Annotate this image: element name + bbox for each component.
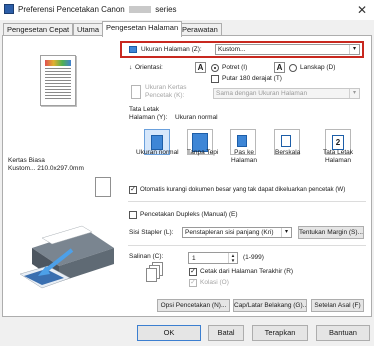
copies-range: (1-999): [243, 254, 264, 261]
collate-checkbox[interactable]: ✓: [189, 279, 197, 287]
window-title-text: Preferensi Pencetakan Canon: [18, 5, 125, 14]
section-divider: [128, 245, 366, 246]
window-title-suffix: series: [155, 5, 177, 14]
printer-app-icon: [4, 4, 14, 14]
tab-page-setup[interactable]: Pengesetan Halaman: [102, 21, 183, 37]
section-divider: [128, 201, 366, 202]
orientation-label: Orientasi:: [135, 64, 163, 71]
layout-label-scaled: Berskala: [275, 149, 301, 156]
stapling-label: Sisi Stapler (L):: [129, 229, 174, 236]
printer-paper-size-label: Ukuran Kertas Pencetak (K):: [145, 84, 187, 99]
print-options-button[interactable]: Opsi Pencetakan (N)...: [157, 299, 230, 312]
rotate-180-checkbox[interactable]: [211, 75, 219, 83]
layout-label-normal: Ukuran normal: [136, 149, 179, 156]
window-title: Preferensi Pencetakan Canon series: [18, 5, 177, 14]
copies-label: Salinan (C):: [129, 253, 164, 260]
preview-paper-size: Kustom... 210.0x297.0mm: [8, 165, 84, 172]
landscape-label: Lanskap (D): [300, 64, 336, 71]
page-layout-label: Tata Letak Halaman (Y):: [129, 106, 168, 121]
chevron-down-icon: ▾: [349, 45, 359, 54]
scaled-icon: [281, 135, 291, 147]
page-preview: [40, 55, 76, 106]
orientation-icon: ↓: [129, 64, 133, 71]
printer-paper-size-value: Sama dengan Ukuran Halaman: [216, 90, 308, 97]
stapling-value: Penstapleran sisi panjang (Kri): [185, 229, 274, 236]
printer-icon: [19, 225, 114, 289]
layout-label-borderless: Tanpa Tepi: [187, 149, 219, 156]
spinner-arrows-icon[interactable]: ▲ ▼: [228, 253, 237, 263]
portrait-label: Potret (I): [222, 64, 248, 71]
ok-button[interactable]: OK: [137, 325, 201, 341]
preview-color-band: [45, 60, 71, 66]
printer-paper-size-select[interactable]: Sama dengan Ukuran Halaman ▾: [213, 88, 360, 99]
portrait-radio[interactable]: [211, 64, 219, 72]
page-size-select[interactable]: Kustom... ▾: [215, 44, 360, 55]
print-last-page-first-label: Cetak dari Halaman Terakhir (R): [200, 268, 294, 275]
rotate-180-label: Putar 180 derajat (T): [222, 75, 282, 82]
close-icon[interactable]: ✕: [352, 2, 372, 18]
page-size-label: Ukuran Halaman (Z):: [141, 46, 202, 53]
printer-paper-size-icon: [131, 85, 141, 99]
landscape-icon: A: [274, 62, 285, 73]
print-last-page-first-checkbox[interactable]: ✓: [189, 268, 197, 276]
tab-strip: Pengesetan Cepat Utama Pengesetan Halama…: [0, 21, 374, 37]
normal-size-icon: [151, 135, 163, 150]
collate-label: Kolasi (O): [200, 279, 229, 286]
stapling-select[interactable]: Penstapleran sisi panjang (Kri) ▾: [182, 227, 292, 238]
portrait-icon: A: [195, 62, 206, 73]
preview-paper-type: Kertas Biasa: [8, 157, 45, 164]
chevron-down-icon: ▾: [281, 228, 291, 237]
duplex-label: Pencetakan Dupleks (Manual) (E): [140, 211, 238, 218]
page-size-value: Kustom...: [218, 46, 246, 53]
fit-to-page-icon: [237, 135, 247, 147]
copies-stack-icon: [146, 262, 166, 282]
help-button[interactable]: Bantuan: [316, 325, 370, 341]
defaults-button[interactable]: Setelan Asal (F): [311, 299, 364, 312]
apply-button[interactable]: Terapkan: [252, 325, 308, 341]
printer-illustration: [12, 220, 122, 295]
page-size-icon: [129, 46, 137, 53]
auto-reduce-label: Otomatis kurangi dokumen besar yang tak …: [140, 186, 346, 193]
specify-margin-button[interactable]: Tentukan Margin (S)...: [298, 226, 364, 239]
paper-preview-small: [95, 177, 111, 197]
title-bar: Preferensi Pencetakan Canon series ✕: [0, 0, 374, 20]
cancel-button[interactable]: Batal: [208, 325, 244, 341]
layout-label-page-layout: Tata Letak Halaman: [323, 149, 353, 164]
layout-label-fit: Pas ke Halaman: [231, 149, 258, 164]
model-name-redacted: [128, 6, 151, 14]
landscape-radio[interactable]: [289, 64, 297, 72]
preview-text-lines: [45, 60, 71, 101]
page-layout-icon: 2: [332, 135, 344, 150]
duplex-checkbox[interactable]: [129, 211, 137, 219]
copies-spinner[interactable]: 1 ▲ ▼: [188, 252, 238, 264]
copies-value: 1: [192, 255, 196, 262]
stamp-background-button[interactable]: Cap/Latar Belakang (G)...: [233, 299, 307, 312]
page-layout-current: Ukuran normal: [175, 114, 218, 121]
auto-reduce-checkbox[interactable]: ✓: [129, 186, 137, 194]
chevron-down-icon: ▾: [349, 89, 359, 98]
